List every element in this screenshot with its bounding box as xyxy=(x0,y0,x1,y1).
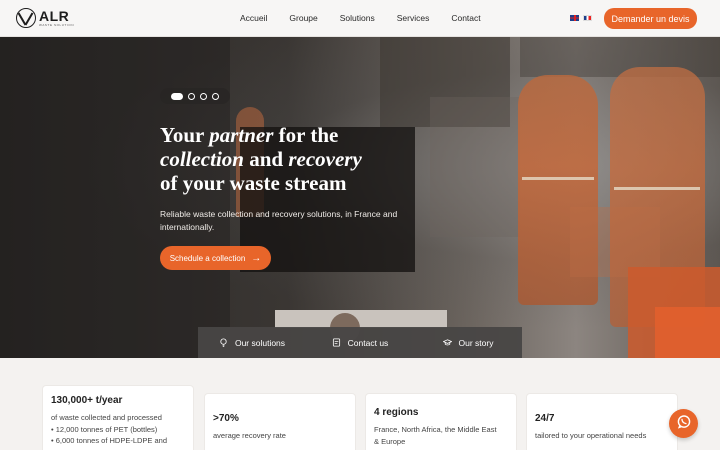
carousel-dot-1[interactable] xyxy=(171,92,183,100)
quick-link-label: Our story xyxy=(458,337,494,348)
logo[interactable]: ALR WASTE SOLUTION xyxy=(16,8,74,28)
hero-accent-block xyxy=(655,307,720,358)
stat-description: France, North Africa, the Middle East & … xyxy=(374,424,510,447)
logo-mark-icon xyxy=(16,8,36,28)
stat-description: tailored to your operational needs xyxy=(535,430,671,442)
arrow-right-icon: → xyxy=(251,252,262,264)
fr-flag-icon[interactable] xyxy=(583,15,592,21)
stat-value: >70% xyxy=(213,413,239,424)
stat-description: of waste collected and processed • 12,00… xyxy=(51,412,187,447)
top-nav: ALR WASTE SOLUTION Accueil Groupe Soluti… xyxy=(0,0,720,37)
title-italic: partner xyxy=(209,123,274,147)
stat-card: 24/7 tailored to your operational needs xyxy=(527,394,677,450)
carousel-dot-4[interactable] xyxy=(212,92,219,100)
reflective-stripe xyxy=(614,187,700,190)
title-text: Your xyxy=(160,123,210,147)
main-menu: Accueil Groupe Solutions Services Contac… xyxy=(240,13,503,23)
hero-bg-shade xyxy=(0,37,230,358)
menu-item-services[interactable]: Services xyxy=(397,13,430,23)
cta-label: Schedule a collection xyxy=(169,253,246,263)
title-text: for the xyxy=(273,123,339,147)
whatsapp-icon xyxy=(676,414,692,433)
stat-value: 24/7 xyxy=(535,413,555,424)
stat-line: France, North Africa, the Middle East xyxy=(374,425,497,434)
title-italic: collection xyxy=(160,147,244,171)
carousel-dot-2[interactable] xyxy=(188,92,195,100)
menu-item-contact[interactable]: Contact xyxy=(451,13,480,23)
contact-icon xyxy=(332,338,341,347)
hero-thumbnail xyxy=(275,310,447,343)
quick-link-story[interactable]: Our story xyxy=(414,338,522,348)
carousel-dot-3[interactable] xyxy=(200,92,207,100)
stat-card: 130,000+ t/year of waste collected and p… xyxy=(43,386,193,450)
stats-section: 130,000+ t/year of waste collected and p… xyxy=(0,358,720,450)
logo-name: ALR xyxy=(39,8,70,24)
stat-line: • 6,000 tonnes of HDPE-LDPE and xyxy=(51,436,168,445)
stat-line: tailored to your operational needs xyxy=(535,431,647,440)
stat-card: >70% average recovery rate xyxy=(205,394,355,450)
quick-links-bar: Our solutions Contact us Our story xyxy=(198,327,522,358)
title-italic: recovery xyxy=(288,147,362,171)
title-text: and xyxy=(243,147,289,171)
reflective-stripe xyxy=(522,177,594,180)
hero-bg-block xyxy=(430,97,520,237)
menu-item-solutions[interactable]: Solutions xyxy=(340,13,375,23)
stat-value: 130,000+ t/year xyxy=(51,395,123,406)
stat-line: & Europe xyxy=(374,436,406,446)
lightbulb-icon xyxy=(219,338,228,347)
stat-value: 4 regions xyxy=(374,407,419,418)
carousel-dots xyxy=(160,88,230,104)
hero-section: Your partner for the collection and reco… xyxy=(0,37,720,358)
menu-item-groupe[interactable]: Groupe xyxy=(289,13,317,23)
hero-title: Your partner for the collection and reco… xyxy=(160,123,420,195)
whatsapp-chat-button[interactable] xyxy=(669,409,698,438)
quick-link-label: Contact us xyxy=(347,337,389,348)
hero-description: Reliable waste collection and recovery s… xyxy=(160,209,398,232)
stat-line: of waste collected and processed xyxy=(51,413,162,422)
stat-description: average recovery rate xyxy=(213,430,349,442)
language-switcher xyxy=(570,15,592,21)
graduation-cap-icon xyxy=(441,338,453,347)
menu-item-accueil[interactable]: Accueil xyxy=(240,13,267,23)
quick-link-label: Our solutions xyxy=(234,337,286,348)
request-quote-button[interactable]: Demander un devis xyxy=(604,8,697,29)
stat-line: average recovery rate xyxy=(213,431,286,440)
title-text: of your waste stream xyxy=(160,171,347,195)
stat-card: 4 regions France, North Africa, the Midd… xyxy=(366,394,516,450)
stat-line: • 12,000 tonnes of PET (bottles) xyxy=(51,424,158,434)
quick-link-solutions[interactable]: Our solutions xyxy=(198,338,306,348)
quick-link-contact[interactable]: Contact us xyxy=(306,338,414,348)
logo-tagline: WASTE SOLUTION xyxy=(39,23,75,27)
en-flag-icon[interactable] xyxy=(570,15,579,21)
schedule-collection-button[interactable]: Schedule a collection → xyxy=(160,246,271,270)
